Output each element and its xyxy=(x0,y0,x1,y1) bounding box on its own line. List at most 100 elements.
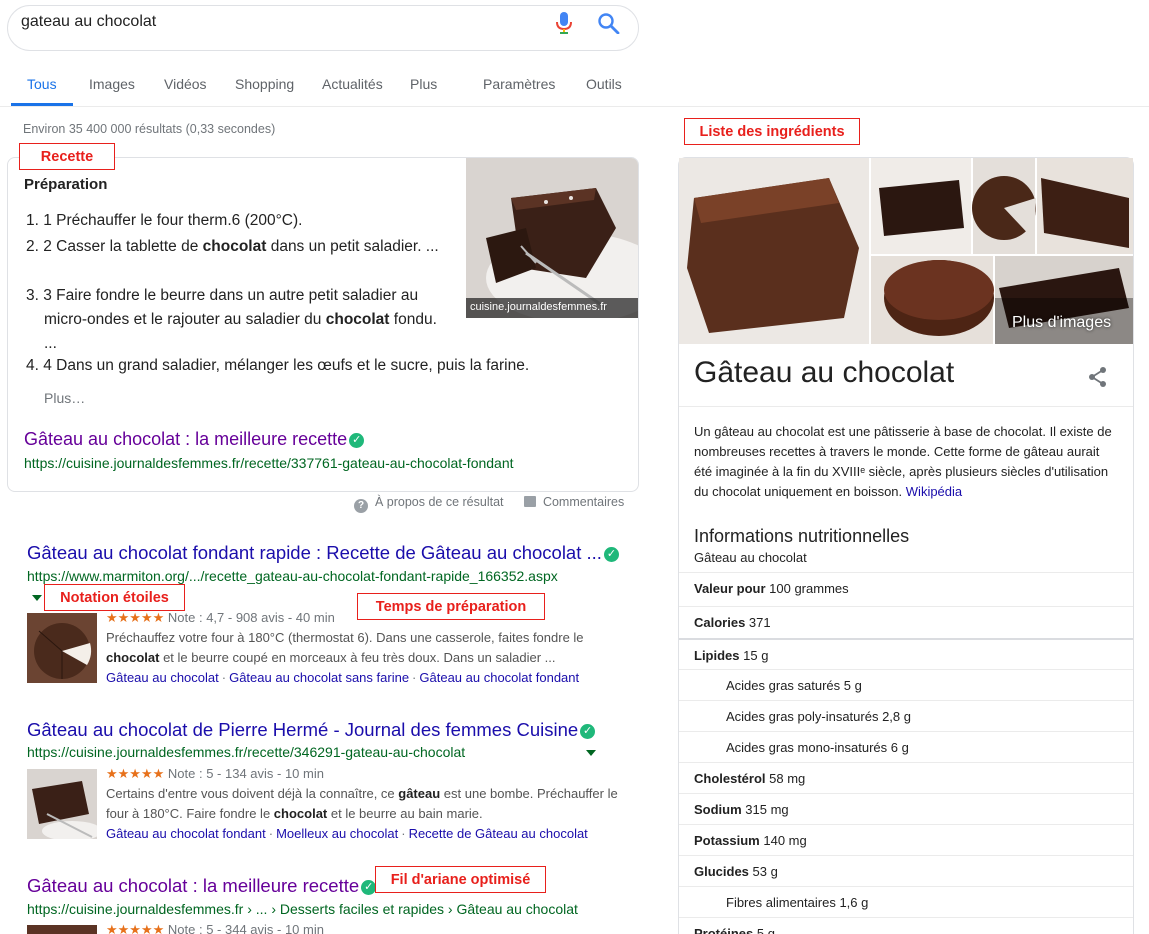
tabs-divider xyxy=(0,106,1149,107)
dropdown-arrow-icon[interactable] xyxy=(586,750,596,756)
tab-videos[interactable]: Vidéos xyxy=(164,76,207,92)
result-title[interactable]: Gâteau au chocolat fondant rapide : Rece… xyxy=(27,542,619,564)
nutrition-value: 58 mg xyxy=(765,771,806,786)
nutrition-label: Protéines xyxy=(694,926,754,934)
recipe-image[interactable] xyxy=(466,158,638,318)
nutrition-value: 5 g xyxy=(840,678,862,693)
tab-all[interactable]: Tous xyxy=(27,76,57,92)
nutrition-label: Acides gras mono-insaturés xyxy=(726,740,888,755)
step-keyword: chocolat xyxy=(325,311,390,328)
result-breadcrumb-url[interactable]: https://cuisine.journaldesfemmes.fr › ..… xyxy=(27,901,578,917)
knowledge-panel-title: Gâteau au chocolat xyxy=(694,356,955,389)
result-url[interactable]: https://www.marmiton.org/.../recette_gat… xyxy=(27,568,558,584)
feedback-link[interactable]: Commentaires xyxy=(524,495,624,509)
recipe-result-title[interactable]: Gâteau au chocolat : la meilleure recett… xyxy=(24,429,365,450)
nutrition-label: Acides gras saturés xyxy=(726,678,841,693)
result-title-text[interactable]: Gâteau au chocolat : la meilleure recett… xyxy=(27,875,359,896)
recipe-step: 2. 2 Casser la tablette de chocolat dans… xyxy=(26,235,446,259)
result-stats: Environ 35 400 000 résultats (0,33 secon… xyxy=(23,122,276,136)
nutrition-row: Acides gras poly-insaturés 2,8 g xyxy=(679,700,1133,731)
step-number: 2. xyxy=(26,238,39,255)
sitelink[interactable]: Moelleux au chocolat xyxy=(276,826,398,841)
recipe-result-title-text[interactable]: Gâteau au chocolat : la meilleure recett… xyxy=(24,429,347,449)
result-thumbnail[interactable] xyxy=(27,925,97,934)
recipe-result-url[interactable]: https://cuisine.journaldesfemmes.fr/rece… xyxy=(24,455,514,471)
nutrition-value: 315 mg xyxy=(741,802,789,817)
step-text: 2 Casser la tablette de xyxy=(43,238,203,255)
tab-images[interactable]: Images xyxy=(89,76,135,92)
tab-tools[interactable]: Outils xyxy=(586,76,622,92)
recipe-step: 1. 1 Préchauffer le four therm.6 (200°C)… xyxy=(26,209,446,233)
verified-check-icon: ✓ xyxy=(603,547,619,562)
dropdown-arrow-icon[interactable] xyxy=(32,595,42,601)
result-title-text[interactable]: Gâteau au chocolat de Pierre Hermé - Jou… xyxy=(27,719,578,740)
microphone-icon[interactable] xyxy=(553,11,575,35)
about-result-link[interactable]: ? À propos de ce résultat xyxy=(354,495,504,513)
tab-shopping[interactable]: Shopping xyxy=(235,76,294,92)
verified-check-icon: ✓ xyxy=(580,724,596,739)
nutrition-value: 100 grammes xyxy=(765,581,849,596)
nutrition-row: Acides gras saturés 5 g xyxy=(679,669,1133,700)
recipe-heading: Préparation xyxy=(24,176,108,193)
feedback-label[interactable]: Commentaires xyxy=(543,495,624,509)
step-number: 1. xyxy=(26,212,39,229)
nutrition-value: 140 mg xyxy=(759,833,807,848)
nutrition-value: 1,6 g xyxy=(835,895,869,910)
nutrition-row: Valeur pour 100 grammes xyxy=(679,572,1133,603)
result-title[interactable]: Gâteau au chocolat : la meilleure recett… xyxy=(27,875,377,897)
share-icon[interactable] xyxy=(1087,366,1109,388)
nutrition-label: Fibres alimentaires xyxy=(726,895,836,910)
result-sitelinks: Gâteau au chocolat · Gâteau au chocolat sa… xyxy=(106,670,580,685)
annotation-recipe: Recette xyxy=(19,143,115,170)
nutrition-value: 6 g xyxy=(887,740,909,755)
sitelink[interactable]: Gâteau au chocolat fondant xyxy=(106,826,266,841)
tab-settings[interactable]: Paramètres xyxy=(483,76,555,92)
recipe-step: 3. 3 Faire fondre le beurre dans un autr… xyxy=(26,284,446,356)
result-sitelinks: Gâteau au chocolat fondant · Moelleux au c… xyxy=(106,826,588,841)
star-rating-icon: ★★★★★ xyxy=(106,766,165,781)
sitelink[interactable]: Recette de Gâteau au chocolat xyxy=(409,826,588,841)
nutrition-label: Valeur pour xyxy=(694,581,766,596)
sitelink[interactable]: Gâteau au chocolat fondant xyxy=(419,670,579,685)
nutrition-label: Acides gras poly-insaturés xyxy=(726,709,879,724)
wikipedia-link[interactable]: Wikipédia xyxy=(906,484,962,499)
nutrition-row: Protéines 5 g xyxy=(679,917,1133,934)
recipe-more-link[interactable]: Plus… xyxy=(44,390,85,406)
nutrition-label: Glucides xyxy=(694,864,749,879)
nutrition-row: Potassium 140 mg xyxy=(679,824,1133,855)
result-rating: ★★★★★ Note : 5 - 134 avis - 10 min xyxy=(106,766,324,782)
recipe-step: 4. 4 Dans un grand saladier, mélanger le… xyxy=(26,354,586,378)
result-rating: ★★★★★ Note : 5 - 344 avis - 10 min xyxy=(106,922,324,934)
sitelink[interactable]: Gâteau au chocolat xyxy=(106,670,219,685)
nutrition-row: Glucides 53 g xyxy=(679,855,1133,886)
result-url[interactable]: https://cuisine.journaldesfemmes.fr/rece… xyxy=(27,744,465,760)
more-images-link[interactable]: Plus d'images xyxy=(1012,314,1111,332)
knowledge-panel-description: Un gâteau au chocolat est une pâtisserie… xyxy=(694,422,1119,502)
nutrition-subheading: Gâteau au chocolat xyxy=(694,550,807,565)
sitelink[interactable]: Gâteau au chocolat sans farine xyxy=(229,670,409,685)
result-title-text[interactable]: Gâteau au chocolat fondant rapide : Rece… xyxy=(27,542,602,563)
nutrition-label: Calories xyxy=(694,615,746,630)
nutrition-row: Calories 371 xyxy=(679,606,1133,637)
tab-more[interactable]: Plus xyxy=(410,76,437,92)
annotation-prep-time: Temps de préparation xyxy=(357,593,545,620)
step-text: 1 Préchauffer le four therm.6 (200°C). xyxy=(43,212,303,229)
result-thumbnail[interactable] xyxy=(27,769,97,839)
result-thumbnail[interactable] xyxy=(27,613,97,683)
rating-text: Note : 5 - 344 avis - 10 min xyxy=(167,922,324,934)
about-result-label[interactable]: À propos de ce résultat xyxy=(375,495,504,509)
step-number: 3. xyxy=(26,287,39,304)
result-title[interactable]: Gâteau au chocolat de Pierre Hermé - Jou… xyxy=(27,719,596,741)
search-input[interactable]: gateau au chocolat xyxy=(21,13,156,31)
star-rating-icon: ★★★★★ xyxy=(106,922,165,934)
nutrition-value: 2,8 g xyxy=(878,709,911,724)
tab-news[interactable]: Actualités xyxy=(322,76,383,92)
nutrition-value: 53 g xyxy=(748,864,778,879)
help-icon: ? xyxy=(354,499,368,513)
nutrition-value: 371 xyxy=(745,615,771,630)
search-icon[interactable] xyxy=(597,12,621,34)
nutrition-row: Cholestérol 58 mg xyxy=(679,762,1133,793)
rating-text: Note : 4,7 - 908 avis - 40 min xyxy=(167,610,335,625)
nutrition-row: Acides gras mono-insaturés 6 g xyxy=(679,731,1133,762)
panel-divider xyxy=(679,406,1133,407)
